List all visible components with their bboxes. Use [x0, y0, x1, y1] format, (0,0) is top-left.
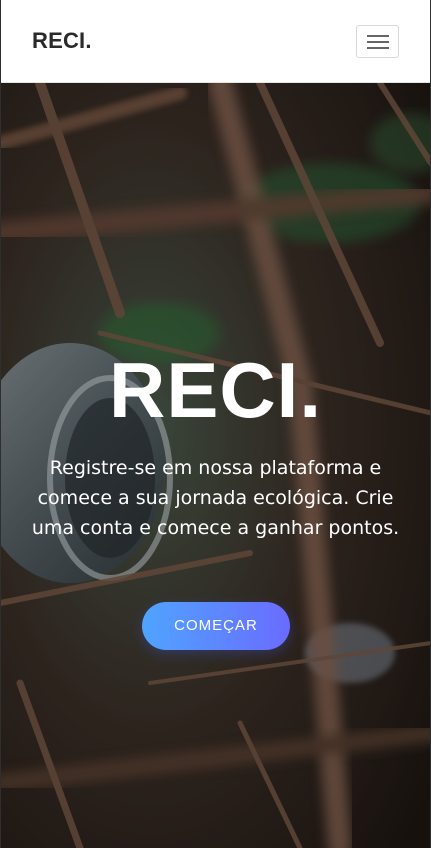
page: RECI. RECI. Registre-se em nossa platafo… — [0, 0, 431, 848]
menu-toggle-button[interactable] — [356, 25, 399, 58]
navbar-brand[interactable]: RECI. — [32, 28, 92, 54]
hero-content: RECI. Registre-se em nossa plataforma e … — [0, 83, 431, 848]
navbar: RECI. — [0, 0, 431, 83]
hero-title: RECI. — [108, 346, 323, 434]
start-button[interactable]: COMEÇAR — [142, 602, 290, 650]
frame-border-left — [0, 0, 1, 848]
hero-section: RECI. Registre-se em nossa plataforma e … — [0, 83, 431, 848]
hero-description: Registre-se em nossa plataforma e comece… — [31, 457, 400, 539]
